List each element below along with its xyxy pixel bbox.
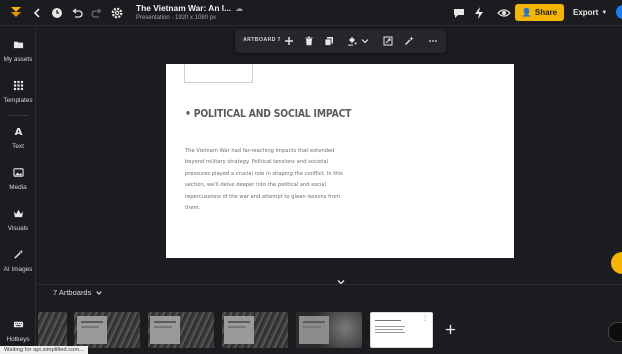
chevron-down-icon [96, 290, 103, 295]
add-user-icon: 👤 [521, 8, 532, 17]
share-button[interactable]: 👤 Share [515, 4, 564, 21]
sidebar-item-media[interactable]: Media [0, 164, 36, 191]
document-title-text[interactable]: The Vietnam War: An I... [136, 3, 231, 13]
sidebar-item-label: Media [9, 184, 27, 191]
history-clock-icon[interactable] [50, 6, 64, 20]
artboard-slide[interactable]: • POLITICAL AND SOCIAL IMPACT The Vietna… [166, 64, 514, 258]
sidebar-item-templates[interactable]: Templates [0, 77, 36, 104]
magic-icon[interactable] [402, 34, 416, 48]
artboard-count-label: 7 Artboards [53, 288, 92, 297]
magic-wand-icon [10, 246, 26, 262]
add-artboard-icon[interactable] [444, 323, 457, 336]
sidebar-item-label: Templates [3, 97, 33, 104]
resize-icon[interactable] [381, 34, 395, 48]
keyboard-icon [10, 316, 26, 332]
export-button[interactable]: Export ▼ [569, 4, 613, 21]
export-button-label: Export [573, 8, 599, 17]
artboard-thumbnail[interactable] [74, 312, 140, 348]
sidebar-item-text[interactable]: A Text [0, 123, 36, 150]
share-button-label: Share [534, 8, 558, 17]
svg-text:A: A [14, 127, 22, 137]
artboard-name[interactable]: ARTBOARD 7 [243, 37, 281, 43]
chevron-down-icon: ▼ [601, 9, 608, 16]
thumbnail-text-panel [77, 316, 107, 344]
artboard-thumbnail[interactable] [38, 312, 67, 348]
slide-heading[interactable]: • POLITICAL AND SOCIAL IMPACT [185, 108, 351, 120]
sidebar-item-label: Hotkeys [6, 336, 30, 343]
lightning-icon[interactable] [472, 6, 486, 20]
fill-bucket-icon[interactable] [345, 34, 359, 48]
add-icon[interactable] [282, 34, 296, 48]
sidebar-item-label: My assets [3, 56, 33, 63]
back-arrow-icon[interactable] [30, 6, 44, 20]
text-icon: A [10, 123, 26, 139]
undo-icon[interactable] [70, 6, 84, 20]
thumbnail-menu-icon[interactable]: ⋮ [422, 316, 428, 322]
artboard-thumbnail[interactable] [296, 312, 362, 348]
crown-icon [10, 205, 26, 221]
app-logo-icon[interactable] [8, 4, 24, 20]
thumbnail-text-line [375, 329, 403, 330]
browser-status-bar: Waiting for api.simplified.com... [0, 346, 89, 354]
more-options-icon[interactable] [426, 34, 440, 48]
slide-image-frame[interactable] [184, 64, 253, 83]
thumbnail-text-line [375, 332, 405, 333]
thumbnail-text-panel [299, 316, 329, 344]
top-bar: The Vietnam War: An I... ☁ Presentation ·… [0, 0, 622, 26]
artboard-thumbnail-selected[interactable]: ⋮ [370, 312, 433, 348]
sidebar-item-label: Text [12, 143, 24, 150]
sidebar-item-my-assets[interactable]: My assets [0, 36, 36, 63]
user-avatar[interactable] [616, 5, 622, 19]
artboard-thumbnail[interactable] [148, 312, 214, 348]
trash-icon[interactable] [302, 34, 316, 48]
support-chat-button[interactable] [608, 322, 622, 342]
chevron-down-icon[interactable] [358, 34, 372, 48]
document-size-label: Presentation · 1920 x 1080 px [136, 15, 217, 21]
cloud-saved-icon: ☁ [235, 4, 244, 13]
image-icon [10, 164, 26, 180]
redo-icon[interactable] [90, 6, 104, 20]
thumbnail-text-line [375, 326, 405, 327]
sidebar-item-ai-images[interactable]: AI Images [0, 246, 36, 273]
artboard-count-dropdown[interactable]: 7 Artboards [53, 288, 103, 297]
thumbnail-heading-line [375, 320, 401, 321]
comments-icon[interactable] [452, 6, 466, 20]
artboard-toolbar: ARTBOARD 7 [235, 29, 446, 53]
left-sidebar: My assets Templates A Text Media Visuals… [0, 26, 36, 354]
slide-body-text[interactable]: The Vietnam War had far-reaching impacts… [185, 146, 343, 214]
thumbnail-text-panel [150, 316, 180, 344]
sidebar-item-hotkeys[interactable]: Hotkeys [0, 316, 36, 343]
artboard-thumbnail[interactable] [222, 312, 288, 348]
grid-icon [10, 77, 26, 93]
preview-eye-icon[interactable] [497, 6, 511, 20]
duplicate-icon[interactable] [322, 34, 336, 48]
sidebar-item-visuals[interactable]: Visuals [0, 205, 36, 232]
sidebar-divider [8, 115, 28, 116]
sidebar-item-label: AI Images [3, 266, 33, 273]
thumbnail-text-panel [224, 316, 254, 344]
document-title[interactable]: The Vietnam War: An I... ☁ [136, 3, 243, 13]
sidebar-item-label: Visuals [7, 225, 29, 232]
folder-icon [10, 36, 26, 52]
gear-icon[interactable] [110, 6, 124, 20]
